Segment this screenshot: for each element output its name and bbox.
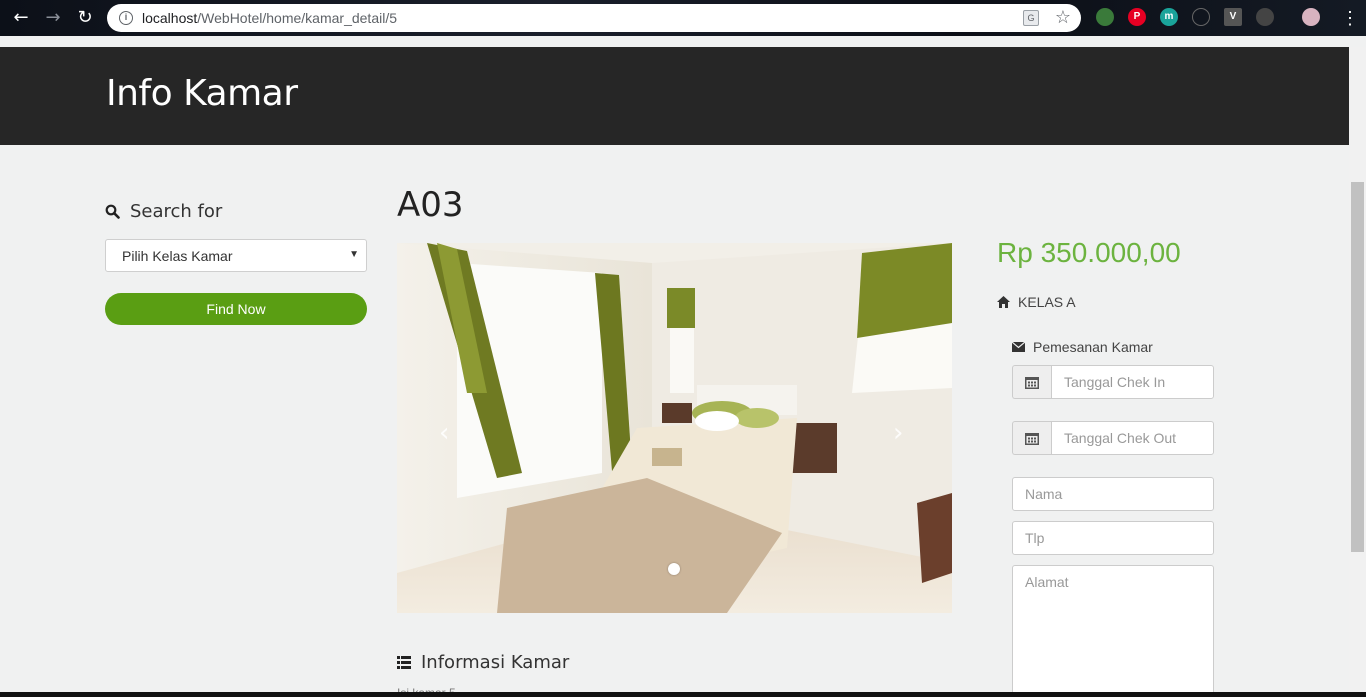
page-scrollbar[interactable] bbox=[1349, 47, 1366, 697]
pinterest-icon[interactable]: P bbox=[1128, 8, 1146, 26]
page-top-strip bbox=[0, 36, 1366, 47]
search-heading: Search for bbox=[105, 201, 222, 222]
url-host: localhost bbox=[142, 10, 198, 26]
room-class: KELAS A bbox=[997, 294, 1076, 310]
room-class-label: KELAS A bbox=[1018, 294, 1076, 310]
booking-heading-label: Pemesanan Kamar bbox=[1033, 339, 1153, 355]
room-image-carousel[interactable]: ‹ › bbox=[397, 243, 952, 613]
booking-heading: Pemesanan Kamar bbox=[1012, 339, 1153, 355]
carousel-indicator[interactable] bbox=[668, 563, 680, 575]
scrollbar-thumb[interactable] bbox=[1351, 182, 1364, 552]
site-info-icon[interactable]: i bbox=[119, 11, 133, 25]
informasi-kamar-label: Informasi Kamar bbox=[421, 652, 570, 673]
select-value: Pilih Kelas Kamar bbox=[122, 248, 233, 264]
checkout-date-input[interactable]: Tanggal Chek Out bbox=[1051, 421, 1214, 455]
extension-v-icon[interactable]: V bbox=[1224, 8, 1242, 26]
tlp-input[interactable]: Tlp bbox=[1012, 521, 1214, 555]
list-icon bbox=[397, 656, 411, 669]
bookmark-star-icon[interactable]: ☆ bbox=[1055, 7, 1071, 28]
browser-menu-icon[interactable]: ⋮ bbox=[1340, 6, 1360, 30]
url-text: localhost/WebHotel/home/kamar_detail/5 bbox=[142, 10, 397, 26]
checkin-date-input[interactable]: Tanggal Chek In bbox=[1051, 365, 1214, 399]
alamat-textarea[interactable]: Alamat bbox=[1012, 565, 1214, 697]
page-header: Info Kamar bbox=[0, 47, 1349, 145]
forward-icon[interactable]: → bbox=[41, 6, 65, 30]
bottom-edge bbox=[0, 692, 1366, 697]
carousel-prev-icon[interactable]: ‹ bbox=[439, 420, 449, 446]
page-title: Info Kamar bbox=[106, 73, 298, 114]
reload-icon[interactable]: ↻ bbox=[73, 6, 97, 30]
nama-input[interactable]: Nama bbox=[1012, 477, 1214, 511]
back-icon[interactable]: ← bbox=[9, 6, 33, 30]
calendar-icon bbox=[1012, 365, 1051, 399]
extension-swirl-icon[interactable] bbox=[1256, 8, 1274, 26]
carousel-next-icon[interactable]: › bbox=[893, 420, 903, 446]
checkin-input-group: Tanggal Chek In bbox=[1012, 365, 1214, 399]
extension-circle-icon[interactable] bbox=[1192, 8, 1210, 26]
address-bar[interactable]: i localhost/WebHotel/home/kamar_detail/5… bbox=[107, 4, 1081, 32]
browser-toolbar: ← → ↻ i localhost/WebHotel/home/kamar_de… bbox=[0, 0, 1366, 36]
profile-avatar[interactable] bbox=[1302, 8, 1320, 26]
room-price: Rp 350.000,00 bbox=[997, 237, 1181, 268]
kelas-kamar-select[interactable]: Pilih Kelas Kamar ▼ bbox=[105, 239, 367, 272]
checkout-input-group: Tanggal Chek Out bbox=[1012, 421, 1214, 455]
search-icon bbox=[105, 204, 120, 219]
bedroom-photo bbox=[397, 243, 952, 613]
translate-icon[interactable]: G bbox=[1023, 10, 1039, 26]
chevron-down-icon: ▼ bbox=[349, 249, 359, 260]
url-path: /WebHotel/home/kamar_detail/5 bbox=[197, 10, 397, 26]
home-icon bbox=[997, 296, 1010, 308]
calendar-icon bbox=[1012, 421, 1051, 455]
search-heading-label: Search for bbox=[130, 201, 223, 222]
extension-m-icon[interactable]: m bbox=[1160, 8, 1178, 26]
envelope-icon bbox=[1012, 342, 1025, 352]
find-now-button[interactable]: Find Now bbox=[105, 293, 367, 325]
extension-globe-icon[interactable] bbox=[1096, 8, 1114, 26]
room-title: A03 bbox=[397, 185, 464, 225]
informasi-kamar-heading: Informasi Kamar bbox=[397, 652, 569, 673]
